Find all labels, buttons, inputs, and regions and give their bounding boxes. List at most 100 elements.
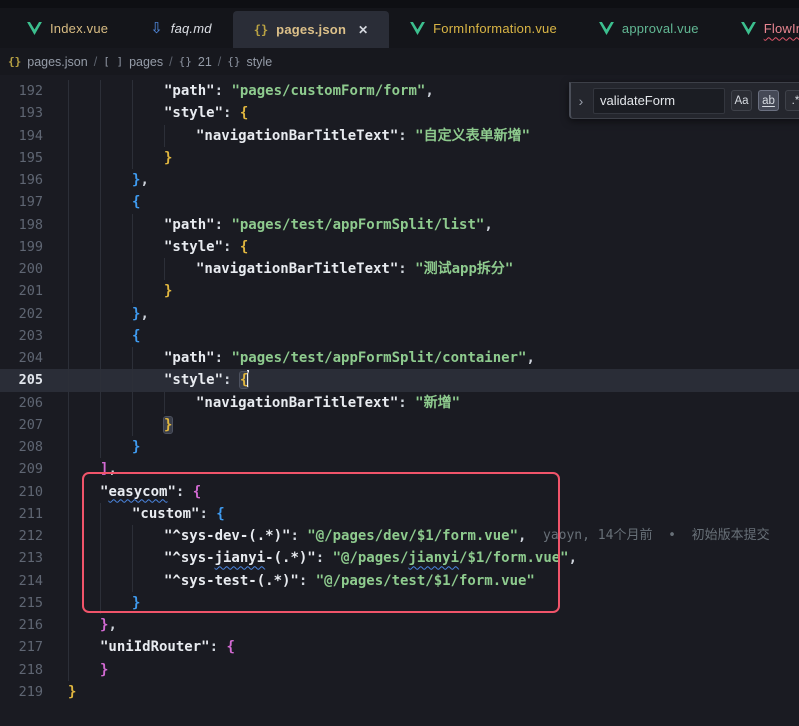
- code-line-207[interactable]: 207}: [0, 414, 799, 436]
- line-number: 219: [0, 681, 43, 703]
- code-text: },: [100, 614, 117, 636]
- code-text: "path": "pages/test/appFormSplit/contain…: [164, 347, 535, 369]
- code-line-198[interactable]: 198"path": "pages/test/appFormSplit/list…: [0, 214, 799, 236]
- code-line-196[interactable]: 196},: [0, 169, 799, 191]
- code-token: -(.*)": [265, 550, 316, 566]
- code-line-203[interactable]: 203{: [0, 325, 799, 347]
- code-text: }: [132, 436, 140, 458]
- code-line-201[interactable]: 201}: [0, 280, 799, 302]
- tab-approval-vue[interactable]: approval.vue: [578, 8, 720, 48]
- tab-label: Index.vue: [50, 21, 108, 36]
- code-token: ,: [569, 550, 577, 566]
- toggle-label: Aa: [734, 95, 748, 107]
- code-line-195[interactable]: 195}: [0, 147, 799, 169]
- line-number: 205: [0, 369, 43, 391]
- breadcrumb-separator: /: [169, 55, 172, 69]
- code-token: "pages/customForm/form": [231, 83, 425, 99]
- code-text: "path": "pages/test/appFormSplit/list",: [164, 214, 493, 236]
- code-token: /$1/form.vue": [459, 550, 569, 566]
- code-token: {: [132, 194, 140, 210]
- match-case-toggle[interactable]: Aa: [731, 90, 752, 111]
- line-number: 216: [0, 614, 43, 636]
- line-number: 217: [0, 636, 43, 658]
- code-line-209[interactable]: 209],: [0, 458, 799, 480]
- indent-guide: [100, 214, 101, 236]
- code-line-215[interactable]: 215}: [0, 592, 799, 614]
- line-number: 206: [0, 392, 43, 414]
- code-token: ,: [425, 83, 433, 99]
- tab-label: pages.json: [276, 22, 346, 37]
- code-token: }: [164, 283, 172, 299]
- breadcrumb-item-21[interactable]: 21: [198, 55, 212, 69]
- breadcrumb-item-pages[interactable]: pages: [129, 55, 163, 69]
- code-text: }: [100, 659, 108, 681]
- tab-faq-md[interactable]: ⇩faq.md: [129, 8, 233, 48]
- code-line-202[interactable]: 202},: [0, 303, 799, 325]
- line-number: 197: [0, 191, 43, 213]
- find-input[interactable]: [600, 93, 718, 108]
- indent-guide: [100, 436, 101, 458]
- tab-bar: Index.vue⇩faq.md{}pages.json✕FormInforma…: [0, 8, 799, 48]
- code-line-200[interactable]: 200"navigationBarTitleText": "测试app拆分": [0, 258, 799, 280]
- indent-guide: [68, 169, 69, 191]
- code-line-210[interactable]: 210"easycom": {: [0, 481, 799, 503]
- tab-forminformation-vue[interactable]: FormInformation.vue: [389, 8, 578, 48]
- code-text: "easycom": {: [100, 481, 201, 503]
- breadcrumb-item-pages-json[interactable]: pages.json: [27, 55, 87, 69]
- indent-guide: [68, 303, 69, 325]
- code-token: }: [164, 150, 172, 166]
- indent-guide: [68, 570, 69, 592]
- line-number: 200: [0, 258, 43, 280]
- code-line-218[interactable]: 218}: [0, 659, 799, 681]
- code-token: "@/pages/: [333, 550, 409, 566]
- tab-flowinfo-vu[interactable]: FlowInfo.vu: [720, 8, 799, 48]
- regex-toggle[interactable]: .*: [785, 90, 799, 111]
- array-symbol-icon: [ ]: [103, 55, 123, 68]
- code-line-213[interactable]: 213"^sys-jianyi-(.*)": "@/pages/jianyi/$…: [0, 547, 799, 569]
- indent-guide: [100, 347, 101, 369]
- indent-guide: [68, 525, 69, 547]
- code-line-217[interactable]: 217"uniIdRouter": {: [0, 636, 799, 658]
- code-token: "path": [164, 217, 215, 233]
- code-token: "pages/test/appFormSplit/list": [231, 217, 484, 233]
- indent-guide: [100, 236, 101, 258]
- code-line-205[interactable]: 205"style": {: [0, 369, 799, 391]
- code-token: :: [215, 83, 232, 99]
- code-line-206[interactable]: 206"navigationBarTitleText": "新增": [0, 392, 799, 414]
- indent-guide: [68, 147, 69, 169]
- find-widget: › Aaab .*: [569, 82, 799, 119]
- whole-word-toggle[interactable]: ab: [758, 90, 779, 111]
- code-text: }: [164, 147, 172, 169]
- indent-guide: [132, 125, 133, 147]
- indent-guide: [132, 147, 133, 169]
- close-icon[interactable]: ✕: [358, 23, 368, 37]
- code-token: :: [199, 506, 216, 522]
- code-token: ,: [140, 172, 148, 188]
- tab-pages-json[interactable]: {}pages.json✕: [233, 11, 389, 48]
- indent-guide: [132, 392, 133, 414]
- code-line-211[interactable]: 211"custom": {: [0, 503, 799, 525]
- code-line-208[interactable]: 208}: [0, 436, 799, 458]
- code-text: ],: [100, 458, 117, 480]
- code-line-219[interactable]: 219}: [0, 681, 799, 703]
- code-text: "custom": {: [132, 503, 225, 525]
- indent-guide: [132, 280, 133, 302]
- code-editor[interactable]: 192"path": "pages/customForm/form",193"s…: [0, 75, 799, 726]
- indent-guide: [132, 258, 133, 280]
- breadcrumb-item-style[interactable]: style: [247, 55, 273, 69]
- find-expand-chevron-icon[interactable]: ›: [575, 93, 587, 109]
- indent-guide: [100, 147, 101, 169]
- tab-index-vue[interactable]: Index.vue: [6, 8, 129, 48]
- line-number: 194: [0, 125, 43, 147]
- indent-guide: [132, 102, 133, 124]
- code-line-194[interactable]: 194"navigationBarTitleText": "自定义表单新增": [0, 125, 799, 147]
- code-line-197[interactable]: 197 {: [0, 191, 799, 213]
- code-line-214[interactable]: 214"^sys-test-(.*)": "@/pages/test/$1/fo…: [0, 570, 799, 592]
- code-token: "style": [164, 105, 223, 121]
- indent-guide: [100, 570, 101, 592]
- indent-guide: [68, 547, 69, 569]
- code-line-212[interactable]: 212"^sys-dev-(.*)": "@/pages/dev/$1/form…: [0, 525, 799, 547]
- code-line-216[interactable]: 216},: [0, 614, 799, 636]
- code-line-199[interactable]: 199"style": {: [0, 236, 799, 258]
- code-line-204[interactable]: 204"path": "pages/test/appFormSplit/cont…: [0, 347, 799, 369]
